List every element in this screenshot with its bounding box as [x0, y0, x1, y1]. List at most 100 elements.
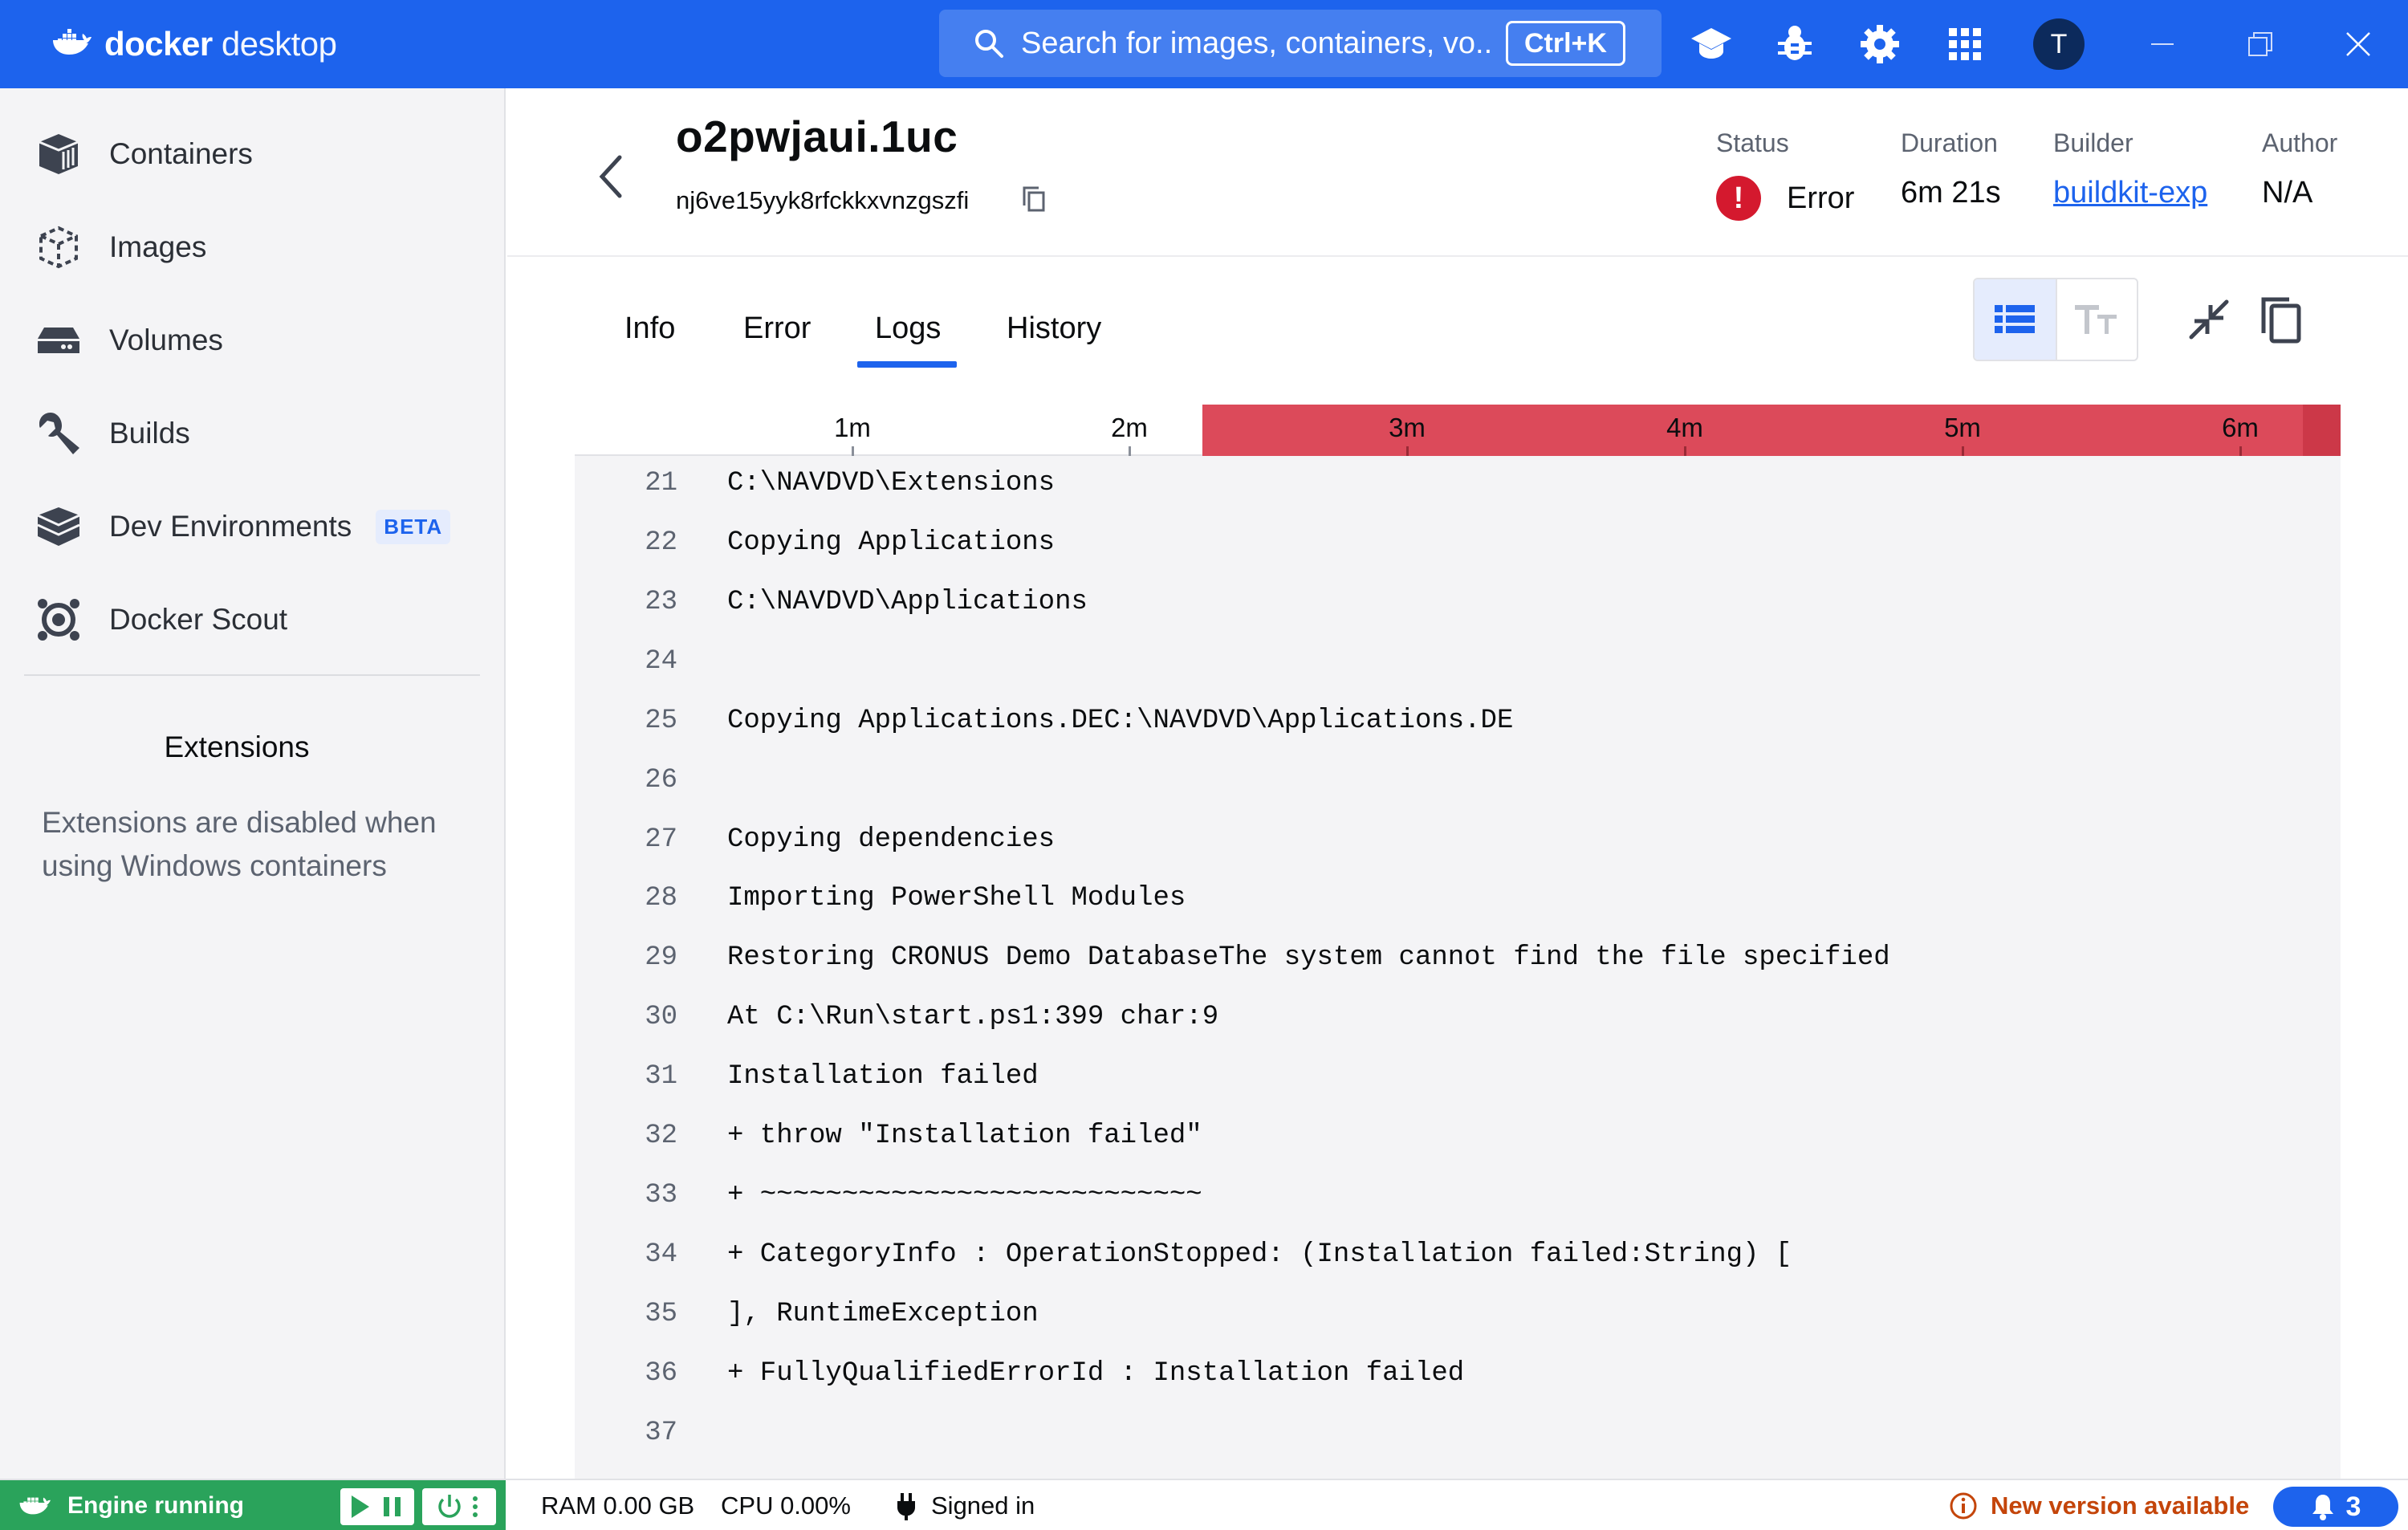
- minimize-icon[interactable]: [2138, 20, 2186, 68]
- log-text: At C:\Run\start.ps1:399 char:9: [727, 1002, 1219, 1032]
- log-line: 27 Copying dependencies: [575, 816, 2341, 864]
- sidebar-item-containers[interactable]: Containers: [34, 122, 253, 186]
- more-vertical-icon[interactable]: [466, 1492, 485, 1521]
- notifications-button[interactable]: 3: [2273, 1487, 2398, 1527]
- timeline-label: 1m: [834, 413, 871, 442]
- sidebar-item-docker-scout[interactable]: Docker Scout: [34, 588, 287, 652]
- log-text: Installation failed: [727, 1061, 1039, 1092]
- close-icon[interactable]: [2334, 20, 2382, 68]
- line-number: 24: [645, 646, 677, 677]
- timeline-label: 2m: [1111, 413, 1148, 442]
- timeline-tick: [852, 446, 854, 456]
- log-line: 31 Installation failed: [575, 1052, 2341, 1101]
- log-line: 35], RuntimeException: [575, 1290, 2341, 1338]
- author-value: N/A: [2262, 176, 2313, 210]
- engine-status[interactable]: Engine running: [0, 1480, 506, 1530]
- line-number: 31: [645, 1061, 677, 1092]
- search-placeholder: Search for images, containers, vo...: [1021, 26, 1495, 60]
- status-bar: Engine running RAM 0.00 GB CPU 0.00% Sig…: [0, 1479, 2408, 1530]
- docker-whale-icon: [53, 29, 92, 55]
- search-icon: [975, 30, 1003, 58]
- info-icon: [1950, 1492, 1977, 1520]
- sidebar: Containers Images Volumes Builds Dev Env…: [0, 88, 506, 1479]
- text-size-icon: [2075, 305, 2117, 334]
- brand-name: docker desktop: [104, 25, 337, 63]
- list-view-button[interactable]: [1975, 279, 2056, 360]
- copy-icon[interactable]: [1021, 185, 1053, 217]
- back-button[interactable]: [586, 144, 634, 209]
- line-number: 34: [645, 1239, 677, 1270]
- dev-env-icon: [34, 502, 83, 551]
- active-tab-indicator: [857, 361, 957, 368]
- log-line: 32 + throw "Installation failed": [575, 1112, 2341, 1160]
- line-number: 35: [645, 1299, 677, 1329]
- bug-icon[interactable]: [1771, 20, 1819, 68]
- line-number: 21: [645, 468, 677, 498]
- timeline-tick: [1684, 446, 1686, 456]
- volumes-icon: [34, 315, 83, 365]
- plain-text-view-button[interactable]: [2055, 279, 2137, 360]
- timeline-label: 5m: [1944, 413, 1981, 442]
- sidebar-item-dev-environments[interactable]: Dev Environments BETA: [34, 494, 451, 559]
- line-number: 23: [645, 587, 677, 617]
- search-shortcut-badge: Ctrl+K: [1506, 21, 1625, 66]
- status-meta: Status ! Error: [1716, 128, 1854, 221]
- tab-history[interactable]: History: [1007, 311, 1101, 346]
- log-text: + FullyQualifiedErrorId : Installation f…: [727, 1358, 1465, 1389]
- error-icon: !: [1716, 176, 1761, 221]
- log-line: 23 C:\NAVDVD\Applications: [575, 578, 2341, 626]
- log-text: + CategoryInfo : OperationStopped: (Inst…: [727, 1239, 1792, 1270]
- settings-icon[interactable]: [1856, 20, 1904, 68]
- log-text: C:\NAVDVD\Extensions: [727, 468, 1056, 498]
- sidebar-divider: [24, 674, 480, 676]
- log-line: 28 Importing PowerShell Modules: [575, 874, 2341, 922]
- learn-icon[interactable]: [1687, 20, 1735, 68]
- docker-desktop-logo: docker desktop: [50, 0, 337, 88]
- sidebar-item-images[interactable]: Images: [34, 215, 206, 279]
- log-viewer[interactable]: 21 C:\NAVDVD\Extensions 22 Copying Applica…: [575, 456, 2341, 1479]
- timeline-error-segment[interactable]: [1202, 405, 2341, 456]
- line-number: 28: [645, 883, 677, 914]
- collapse-button[interactable]: [2178, 289, 2239, 350]
- timeline-tick: [1129, 446, 1131, 456]
- user-avatar[interactable]: T: [2033, 18, 2085, 70]
- log-text: Copying Applications: [727, 527, 1056, 558]
- play-icon[interactable]: [345, 1492, 377, 1521]
- line-number: 27: [645, 824, 677, 855]
- power-icon[interactable]: [433, 1492, 466, 1521]
- status-value: Error: [1787, 181, 1855, 215]
- new-version-label: New version available: [1991, 1491, 2250, 1520]
- engine-power-menu-control: [422, 1488, 496, 1525]
- extensions-heading: Extensions: [164, 730, 310, 763]
- timeline-tick: [1406, 446, 1409, 456]
- timeline-tick: [2239, 446, 2242, 456]
- title-bar: docker desktop Search for images, contai…: [0, 0, 2408, 88]
- line-number: 32: [645, 1121, 677, 1151]
- sidebar-item-volumes[interactable]: Volumes: [34, 308, 223, 372]
- global-search[interactable]: Search for images, containers, vo... Ctr…: [939, 10, 1662, 77]
- log-line: 33 + ~~~~~~~~~~~~~~~~~~~~~~~~~~~: [575, 1171, 2341, 1219]
- signed-in-status[interactable]: Signed in: [931, 1491, 1035, 1520]
- collapse-icon: [2189, 299, 2229, 340]
- apps-grid-icon[interactable]: [1941, 20, 1989, 68]
- pause-icon[interactable]: [377, 1492, 409, 1521]
- tab-info[interactable]: Info: [624, 311, 675, 346]
- sidebar-item-builds[interactable]: Builds: [34, 401, 190, 466]
- restore-icon[interactable]: [2236, 20, 2284, 68]
- builder-link[interactable]: buildkit-exp: [2053, 176, 2207, 210]
- log-line: 25 Copying Applications.DEC:\NAVDVD\Appli…: [575, 697, 2341, 745]
- chevron-left-icon: [599, 155, 622, 198]
- log-text: Importing PowerShell Modules: [727, 883, 1186, 914]
- tab-error[interactable]: Error: [743, 311, 811, 346]
- timeline-label: 3m: [1389, 413, 1426, 442]
- line-number: 25: [645, 706, 677, 736]
- duration-meta: Duration 6m 21s: [1901, 128, 2001, 210]
- timeline-error-end: [2303, 405, 2341, 456]
- cpu-usage: CPU 0.00%: [721, 1491, 851, 1520]
- tab-logs[interactable]: Logs: [875, 311, 941, 346]
- log-text: C:\NAVDVD\Applications: [727, 587, 1088, 617]
- copy-logs-button[interactable]: [2251, 289, 2312, 350]
- new-version-link[interactable]: New version available: [1949, 1480, 2249, 1530]
- log-text: Copying Applications.DEC:\NAVDVD\Applica…: [727, 706, 1514, 736]
- engine-status-label: Engine running: [67, 1492, 244, 1519]
